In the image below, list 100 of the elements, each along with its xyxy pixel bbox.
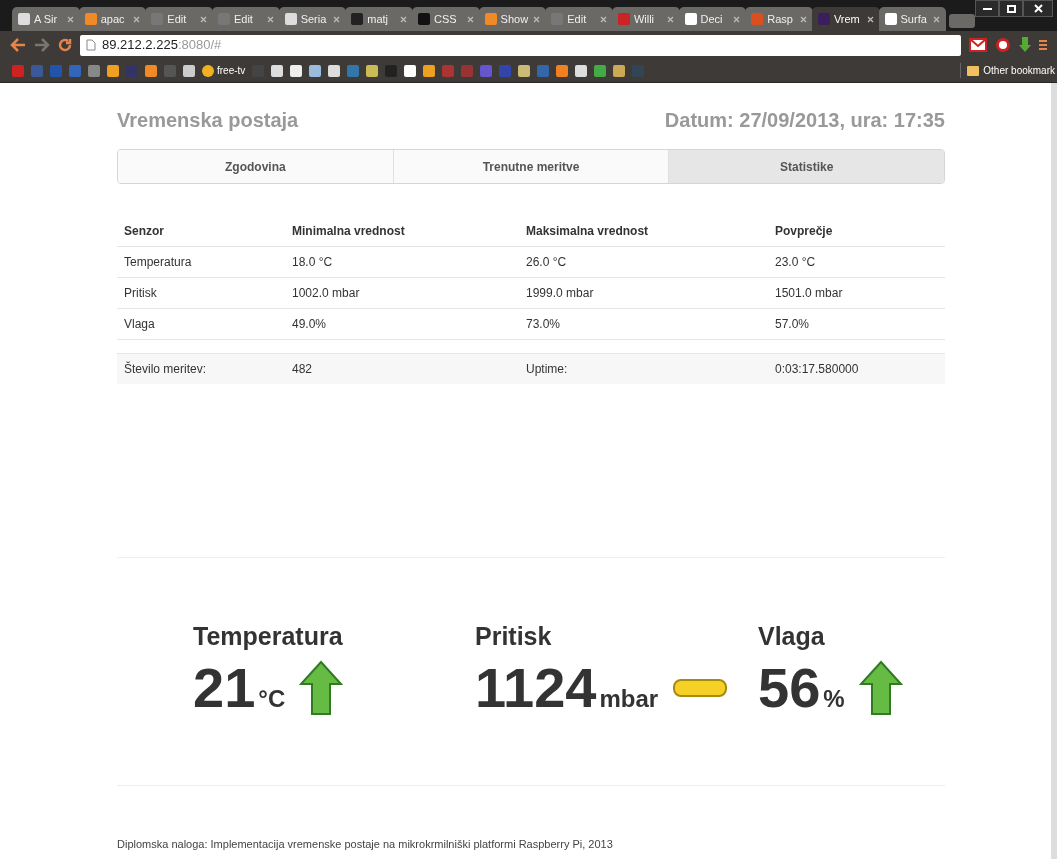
bookmark-icon[interactable] [575,64,588,77]
favicon-icon [751,13,764,25]
favicon-icon [351,13,364,25]
tab-title: Show [500,11,530,27]
close-window-button[interactable] [1023,0,1054,17]
favicon-icon [417,13,430,25]
browser-tab[interactable]: Show [478,7,547,31]
table-cell-text: Vlaga [124,316,156,333]
bookmark-icon[interactable] [366,64,379,77]
bookmark-icon[interactable] [183,64,195,77]
browser-tab[interactable]: A Sir [12,7,80,31]
bookmark-icon[interactable] [290,64,303,77]
table-cell-text: 18.0 °C [292,254,334,271]
bookmark-icon[interactable] [328,64,341,77]
close-icon[interactable] [466,15,474,23]
tab-title: Vrem [833,11,861,27]
browser-tab[interactable]: Surfa [878,7,947,31]
maximize-button[interactable] [999,0,1024,17]
close-icon[interactable] [933,15,941,23]
mail-icon[interactable] [969,38,987,52]
nav-tab[interactable]: Zgodovina [118,150,393,183]
close-icon[interactable] [266,15,274,23]
nav-tab[interactable]: Statistike [668,150,944,183]
close-icon[interactable] [666,15,674,23]
table-cell-text: 57.0% [775,316,811,333]
browser-tab[interactable]: Seria [278,7,347,31]
bookmark-icon[interactable] [309,64,322,77]
browser-tab[interactable]: Edit [211,7,280,31]
browser-tab[interactable]: matj [345,7,413,31]
favicon-icon [84,13,97,25]
favicon-icon [684,13,697,25]
close-icon[interactable] [399,15,407,23]
bookmark-icon[interactable] [613,64,626,77]
page-icon [86,39,96,51]
other-bookmarks-folder[interactable]: Other bookmark [960,63,1055,78]
close-icon[interactable] [799,15,807,23]
reading-title: Pritisk [475,621,553,652]
close-icon[interactable] [333,15,341,23]
close-icon[interactable] [133,15,141,23]
column-header: Maksimalna vrednost [526,223,650,240]
column-header: Senzor [124,223,165,240]
tab-title: Willi [633,11,656,27]
close-icon[interactable] [866,15,874,23]
close-icon[interactable] [66,15,74,23]
dash-icon [672,677,729,699]
forward-icon[interactable] [34,38,50,52]
bookmark-icon[interactable] [107,64,119,77]
date-time: Datum: 27/09/2013, ura: 17:35 [664,108,945,133]
reading-value: 56% [758,659,845,717]
table-cell-text: 26.0 °C [526,254,568,271]
back-icon[interactable] [10,38,26,52]
browser-tab[interactable]: Edit [145,7,213,31]
reading-value: 1124 mbar [475,659,659,717]
bookmark-icon[interactable] [518,64,531,77]
table-cell-text: Število meritev: [124,360,208,378]
up-arrow-icon [858,660,903,716]
browser-tab[interactable]: Willi [611,7,680,31]
bookmark-icon[interactable] [271,64,284,77]
bookmark[interactable]: free-tv [202,63,246,78]
favicon-icon [18,13,30,25]
close-icon[interactable] [533,15,541,23]
minimize-button[interactable] [975,0,1000,17]
tab-title: Edit [167,11,188,27]
table-cell-text: Temperatura [124,254,193,271]
browser-tab[interactable]: apac [78,7,147,31]
close-icon[interactable] [199,15,207,23]
reading-title: Vlaga [758,621,826,652]
browser-tab[interactable]: Deci [678,7,747,31]
favicon-icon [817,13,830,25]
menu-icon[interactable] [1039,39,1047,51]
table-cell-text: 49.0% [292,316,328,333]
page-title: Vremenska postaja [117,108,299,133]
close-icon[interactable] [733,15,741,23]
tab-title: Deci [700,11,724,27]
nav-tab[interactable]: Trenutne meritve [392,150,669,183]
reload-icon[interactable] [58,38,72,52]
address-bar[interactable]: 89.212.2.225:8080/# [80,34,961,56]
reading-value: 21°C [193,659,286,717]
tab-title: Edit [567,11,588,27]
table-cell-text: 23.0 °C [775,254,817,271]
column-header: Povprečje [775,223,834,240]
tab-title: matj [367,11,390,27]
browser-tab[interactable]: Vrem [811,7,880,31]
tab-title: apac [100,11,126,27]
table-cell-text: 1002.0 mbar [292,285,361,302]
tab-title: Edit [233,11,254,27]
bookmark-icon[interactable] [404,64,417,77]
tab-title: Rasp [767,11,794,27]
browser-tab[interactable]: Rasp [745,7,813,31]
close-icon [1033,4,1043,13]
browser-tab[interactable]: Edit [545,7,613,31]
close-icon[interactable] [599,15,607,23]
bookmark-icon[interactable] [423,64,436,77]
browser-tab[interactable]: CSS [411,7,480,31]
up-arrow-icon [299,660,344,716]
bookmark-icon[interactable] [145,64,157,77]
download-icon[interactable] [1019,37,1031,53]
footer-text: Diplomska naloga: Implementacija vremenske postaje na mikrokrmilniški platformi Raspberry Pi, 2013 [117,837,614,852]
favicon-icon [617,13,630,25]
tab-title: A Sir [34,11,59,27]
